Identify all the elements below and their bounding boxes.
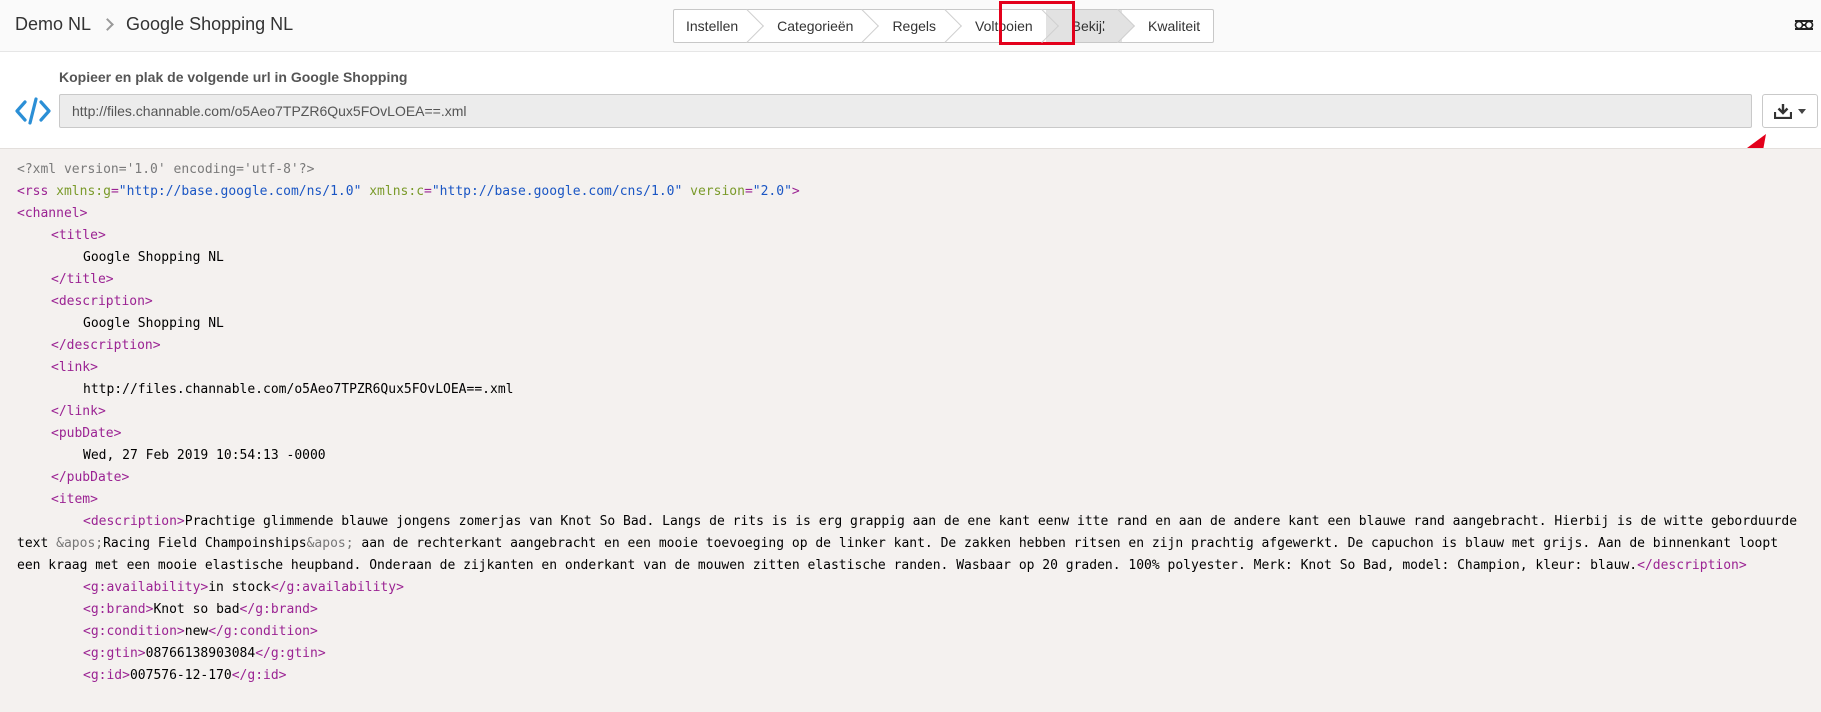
breadcrumb: Demo NL Google Shopping NL (15, 14, 293, 35)
url-label: Kopieer en plak de volgende url in Googl… (59, 69, 408, 85)
xml-title-value: Google Shopping NL (83, 250, 224, 265)
xml-description-open: <description> (51, 294, 153, 309)
xml-description-value: Google Shopping NL (83, 316, 224, 331)
xml-link-open: <link> (51, 360, 98, 375)
download-icon (1774, 104, 1792, 119)
step-instellen[interactable]: Instellen (674, 10, 751, 42)
download-button[interactable] (1762, 94, 1818, 128)
menu-icon[interactable] (1793, 15, 1815, 35)
xml-field-id: <g:id>007576-12-170</g:id> (83, 668, 287, 683)
step-categorieen[interactable]: Categorieën (751, 10, 866, 42)
xml-pubdate-open: <pubDate> (51, 426, 122, 441)
xml-description-close: </description> (51, 338, 161, 353)
xml-rss-line: <rss xmlns:g="http://base.google.com/ns/… (17, 184, 800, 199)
xml-preview: <?xml version='1.0' encoding='utf-8'?> <… (0, 148, 1821, 712)
top-bar: Demo NL Google Shopping NL Instellen Cat… (0, 0, 1821, 52)
xml-item-open: <item> (51, 492, 98, 507)
chevron-right-icon (101, 18, 114, 31)
wizard-steps: Instellen Categorieën Regels Voltooien B… (673, 9, 1215, 43)
xml-title-open: <title> (51, 228, 106, 243)
xml-field-brand: <g:brand>Knot so bad</g:brand> (83, 602, 318, 617)
xml-title-close: </title> (51, 272, 114, 287)
breadcrumb-feed[interactable]: Google Shopping NL (126, 14, 293, 35)
xml-field-condition: <g:condition>new</g:condition> (83, 624, 318, 639)
xml-link-close: </link> (51, 404, 106, 419)
xml-field-availability: <g:availability>in stock</g:availability… (83, 580, 404, 595)
breadcrumb-project[interactable]: Demo NL (15, 14, 91, 35)
feed-url-input[interactable] (59, 94, 1752, 128)
code-icon (15, 97, 51, 125)
xml-declaration: <?xml version='1.0' encoding='utf-8'?> (17, 162, 315, 177)
step-voltooien[interactable]: Voltooien (949, 10, 1046, 42)
xml-channel-open: <channel> (17, 206, 88, 221)
xml-pubdate-close: </pubDate> (51, 470, 130, 485)
xml-item-description: <description>Prachtige glimmende blauwe … (17, 514, 1805, 573)
step-kwaliteit[interactable]: Kwaliteit (1122, 10, 1213, 42)
xml-pubdate-value: Wed, 27 Feb 2019 10:54:13 -0000 (83, 448, 326, 463)
xml-field-gtin: <g:gtin>08766138903084</g:gtin> (83, 646, 326, 661)
xml-link-value: http://files.channable.com/o5Aeo7TPZR6Qu… (83, 382, 514, 397)
caret-down-icon (1798, 108, 1806, 114)
